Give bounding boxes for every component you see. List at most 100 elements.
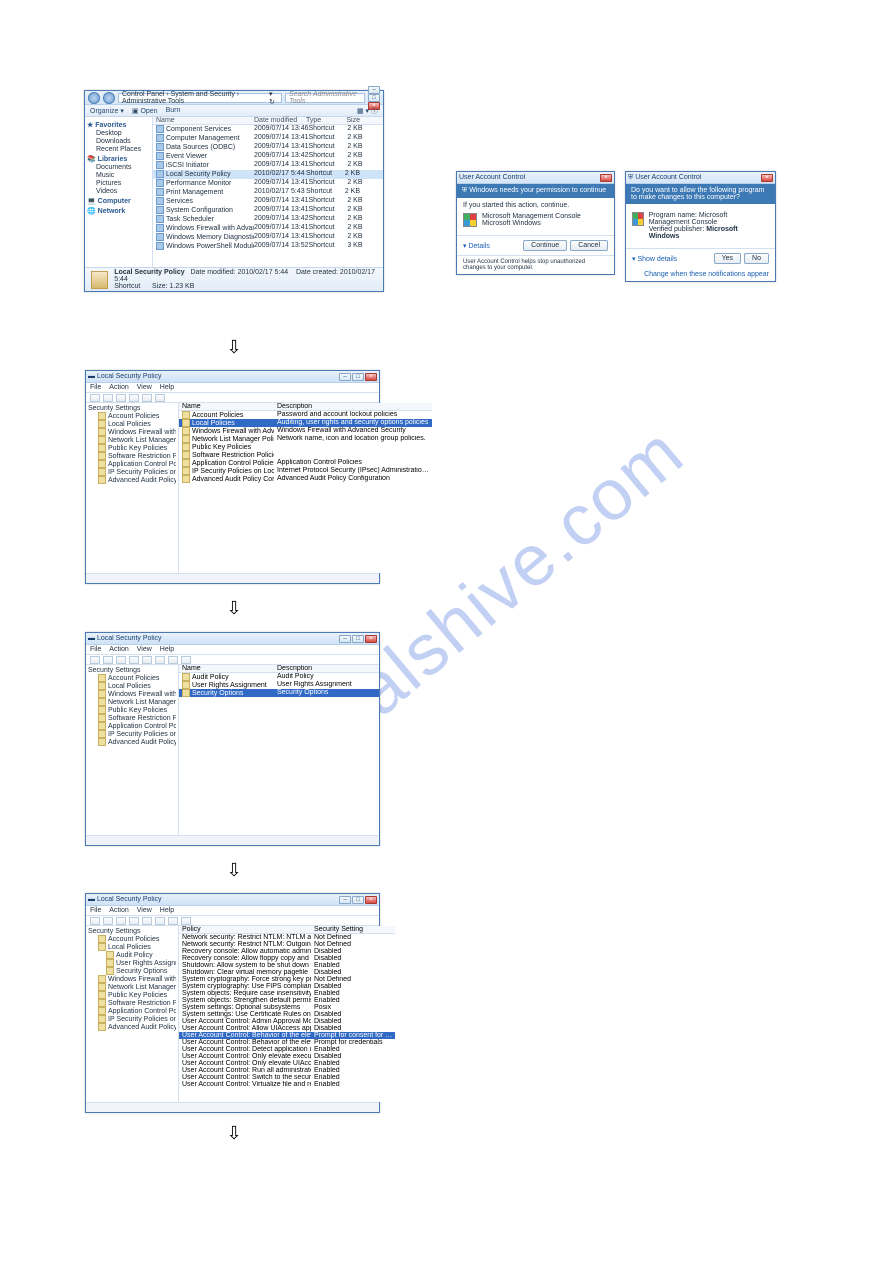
nav-libraries[interactable]: 📚 Libraries (87, 155, 150, 163)
nav-desktop[interactable]: Desktop (87, 130, 150, 137)
tree-node[interactable]: Network List Manager Policies (88, 698, 176, 706)
file-row[interactable]: Print Management2010/02/17 5:43Shortcut2… (153, 188, 383, 197)
list-row[interactable]: Local PoliciesAuditing, user rights and … (179, 419, 432, 427)
policy-row[interactable]: System cryptography: Force strong key pr… (179, 976, 395, 983)
policy-row[interactable]: Shutdown: Allow system to be shut down w… (179, 962, 395, 969)
forward-button[interactable] (103, 92, 115, 104)
uac1-close[interactable]: × (600, 174, 612, 182)
policy-row[interactable]: System settings: Use Certificate Rules o… (179, 1011, 395, 1018)
mmc3-menubar[interactable]: FileActionViewHelp (86, 906, 379, 916)
list-row[interactable]: Security OptionsSecurity Options (179, 689, 379, 697)
maximize-button[interactable]: □ (368, 94, 380, 102)
back-button[interactable] (88, 92, 100, 104)
nav-documents[interactable]: Documents (87, 164, 150, 171)
tree-node[interactable]: IP Security Policies on Local Compu… (88, 730, 176, 738)
uac1-continue[interactable]: Continue (523, 240, 567, 251)
policy-row[interactable]: User Account Control: Behavior of the el… (179, 1032, 395, 1039)
policy-row[interactable]: User Account Control: Run all administra… (179, 1067, 395, 1074)
tree-root[interactable]: Security Settings (88, 928, 176, 935)
tree-node[interactable]: Application Control Policies (88, 722, 176, 730)
list-row[interactable]: User Rights AssignmentUser Rights Assign… (179, 681, 379, 689)
list-row[interactable]: Advanced Audit Policy ConfigurationAdvan… (179, 475, 432, 483)
uac2-yes[interactable]: Yes (714, 253, 741, 264)
tree-node[interactable]: Network List Manager Policies (88, 983, 176, 991)
nav-downloads[interactable]: Downloads (87, 138, 150, 145)
open-button[interactable]: ▣ Open (132, 107, 158, 115)
list-row[interactable]: Application Control PoliciesApplication … (179, 459, 432, 467)
policy-row[interactable]: Shutdown: Clear virtual memory pagefileD… (179, 969, 395, 976)
tree-node[interactable]: Windows Firewall with Advanced Sec… (88, 975, 176, 983)
tree-node[interactable]: Local Policies (88, 943, 176, 951)
policy-row[interactable]: User Account Control: Behavior of the el… (179, 1039, 395, 1046)
file-row[interactable]: Windows Firewall with Advanced Security2… (153, 224, 383, 233)
mmc3-close[interactable]: × (365, 896, 377, 904)
uac2-change-link[interactable]: Change when these notifications appear (644, 271, 769, 278)
uac1-details[interactable]: ▾ Details (463, 242, 490, 250)
mmc3-toolbar[interactable] (86, 916, 379, 926)
tree-node[interactable]: Advanced Audit Policy Configuration (88, 1023, 176, 1031)
mmc2-menubar[interactable]: FileActionViewHelp (86, 645, 379, 655)
list-row[interactable]: Network List Manager PoliciesNetwork nam… (179, 435, 432, 443)
nav-pictures[interactable]: Pictures (87, 180, 150, 187)
mmc1-toolbar[interactable] (86, 393, 379, 403)
tree-node[interactable]: IP Security Policies on Local Compu… (88, 468, 176, 476)
minimize-button[interactable]: – (368, 86, 380, 94)
file-row[interactable]: iSCSI Initiator2009/07/14 13:41Shortcut2… (153, 161, 383, 170)
uac1-cancel[interactable]: Cancel (570, 240, 608, 251)
nav-network[interactable]: 🌐 Network (87, 207, 150, 215)
file-row[interactable]: Computer Management2009/07/14 13:41Short… (153, 134, 383, 143)
tree-node[interactable]: Local Policies (88, 420, 176, 428)
policy-row[interactable]: User Account Control: Switch to the secu… (179, 1074, 395, 1081)
mmc3-list[interactable]: PolicySecurity Setting Network security:… (179, 926, 395, 1102)
policy-row[interactable]: User Account Control: Allow UIAccess app… (179, 1025, 395, 1032)
uac2-close[interactable]: × (761, 174, 773, 182)
policy-row[interactable]: User Account Control: Only elevate UIAcc… (179, 1060, 395, 1067)
file-row[interactable]: Performance Monitor2009/07/14 13:41Short… (153, 179, 383, 188)
tree-node[interactable]: Advanced Audit Policy Configuration (88, 738, 176, 746)
file-row[interactable]: Local Security Policy2010/02/17 5:44Shor… (153, 170, 383, 179)
tree-node[interactable]: Public Key Policies (88, 444, 176, 452)
nav-music[interactable]: Music (87, 172, 150, 179)
policy-row[interactable]: Recovery console: Allow automatic admini… (179, 948, 395, 955)
tree-node[interactable]: Local Policies (88, 682, 176, 690)
tree-node[interactable]: Application Control Policies (88, 1007, 176, 1015)
file-row[interactable]: Task Scheduler2009/07/14 13:42Shortcut2 … (153, 215, 383, 224)
mmc2-list[interactable]: NameDescription Audit PolicyAudit Policy… (179, 665, 379, 835)
mmc2-max[interactable]: □ (352, 635, 364, 643)
mmc2-min[interactable]: – (339, 635, 351, 643)
tree-node[interactable]: Audit Policy (88, 951, 176, 959)
burn-button[interactable]: Burn (166, 107, 181, 114)
policy-row[interactable]: Network security: Restrict NTLM: NTLM au… (179, 934, 395, 941)
mmc3-scrollbar[interactable] (86, 1102, 379, 1112)
organize-menu[interactable]: Organize ▾ (90, 107, 124, 115)
file-row[interactable]: Services2009/07/14 13:41Shortcut2 KB (153, 197, 383, 206)
tree-node[interactable]: Account Policies (88, 935, 176, 943)
policy-row[interactable]: User Account Control: Only elevate execu… (179, 1053, 395, 1060)
list-row[interactable]: Windows Firewall with Advanced SecurityW… (179, 427, 432, 435)
tree-node[interactable]: Windows Firewall with Advanced Sec… (88, 428, 176, 436)
tree-node[interactable]: Account Policies (88, 412, 176, 420)
tree-node[interactable]: Public Key Policies (88, 991, 176, 999)
tree-node[interactable]: Windows Firewall with Advanced Sec… (88, 690, 176, 698)
file-row[interactable]: Windows Memory Diagnostic2009/07/14 13:4… (153, 233, 383, 242)
tree-node[interactable]: Software Restriction Policies (88, 452, 176, 460)
tree-node[interactable]: Advanced Audit Policy Configuration (88, 476, 176, 484)
policy-row[interactable]: User Account Control: Detect application… (179, 1046, 395, 1053)
tree-node[interactable]: Security Settings (88, 667, 176, 674)
tree-node[interactable]: Security Settings (88, 405, 176, 412)
tree-node[interactable]: Account Policies (88, 674, 176, 682)
policy-row[interactable]: Recovery console: Allow floppy copy and … (179, 955, 395, 962)
policy-row[interactable]: System cryptography: Use FIPS compliant … (179, 983, 395, 990)
mmc2-tree[interactable]: Security Settings Account Policies Local… (86, 665, 179, 835)
file-row[interactable]: Event Viewer2009/07/14 13:42Shortcut2 KB (153, 152, 383, 161)
policy-row[interactable]: System settings: Optional subsystemsPosi… (179, 1004, 395, 1011)
mmc1-scrollbar[interactable] (86, 573, 379, 583)
breadcrumb[interactable]: Control Panel › System and Security › Ad… (118, 93, 282, 103)
list-row[interactable]: IP Security Policies on Local ComputerIn… (179, 467, 432, 475)
mmc2-scrollbar[interactable] (86, 835, 379, 845)
tree-node[interactable]: Security Options (88, 967, 176, 975)
tree-node[interactable]: Network List Manager Policies (88, 436, 176, 444)
list-row[interactable]: Account PoliciesPassword and account loc… (179, 411, 432, 419)
policy-row[interactable]: System objects: Strengthen default permi… (179, 997, 395, 1004)
mmc1-close[interactable]: × (365, 373, 377, 381)
